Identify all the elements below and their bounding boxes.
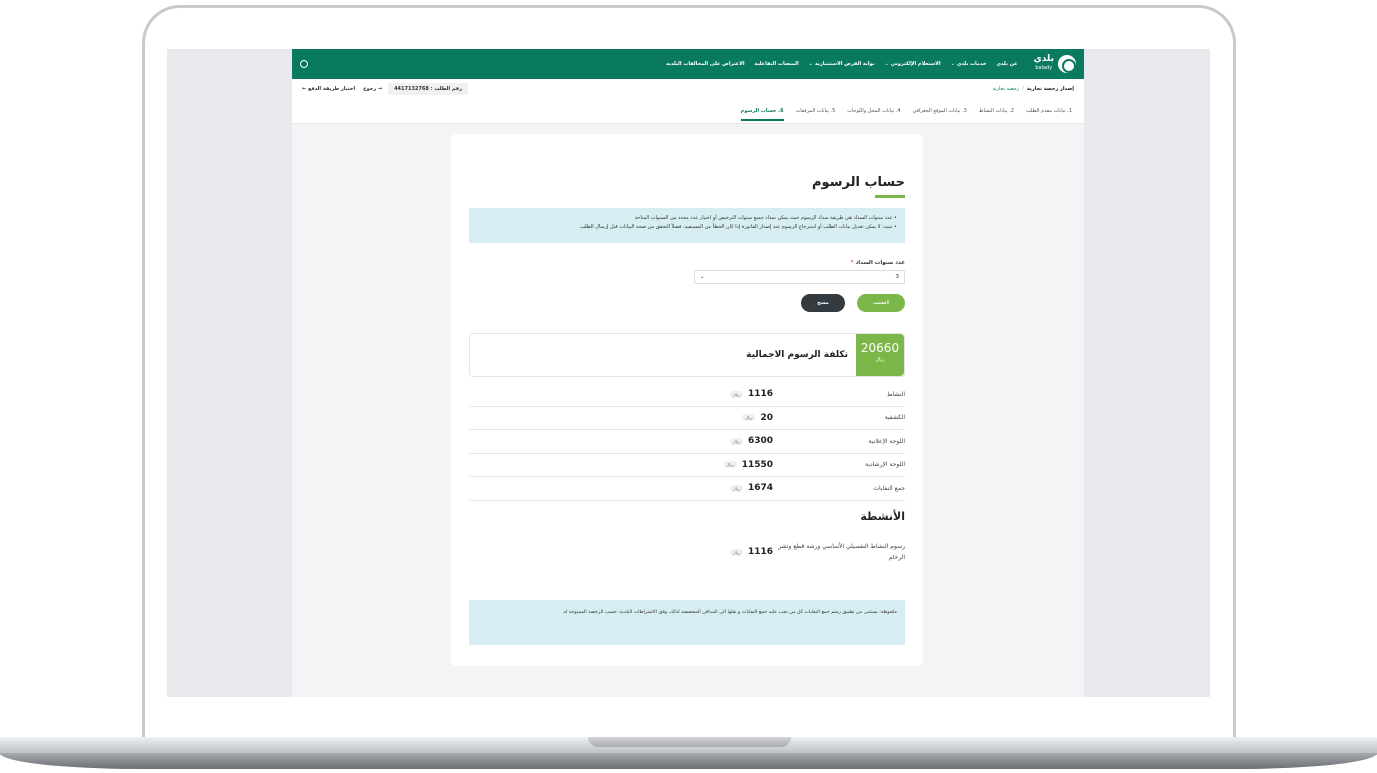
step-5[interactable]: 5. بيانات المرفقات	[796, 108, 836, 114]
fee-row: جمع النفايات 1674 ريال	[469, 477, 905, 501]
total-amount-badge: 20660 ريال	[856, 334, 904, 376]
activity-row: رسوم النشاط التفصيلي الأساسي ورشة قطع ون…	[469, 541, 905, 563]
fee-name: النشاط	[886, 390, 905, 398]
fee-value: 20	[760, 412, 773, 423]
chevron-down-icon: ⌄	[808, 61, 813, 67]
chevron-down-icon: ⌄	[700, 274, 705, 280]
fee-name: اللوحة الإرشادية	[865, 461, 905, 469]
activities-title: الأنشطة	[860, 510, 905, 523]
fees-list: النشاط 1116 ريال الكشفية 20 ريال اللوحة …	[469, 383, 905, 501]
activity-value: 1116	[747, 547, 773, 557]
step-6-active[interactable]: 6. حساب الرسوم	[740, 108, 784, 121]
breadcrumb-separator: /	[1022, 86, 1024, 92]
title-underline	[875, 195, 905, 198]
activity-name: رسوم النشاط التفصيلي الأساسي ورشة قطع ون…	[778, 543, 905, 561]
years-select[interactable]: 3 ⌄	[694, 270, 905, 284]
fee-row: الكشفية 20 ريال	[469, 407, 905, 430]
info-item: عدد سنوات السداد هي طريقة سداد الرسوم حي…	[477, 214, 897, 223]
laptop-screen: بلدي balady عن بلدي خدمات بلدي⌄ الاستعلا…	[167, 49, 1210, 697]
fee-currency: ريال	[729, 390, 743, 398]
fee-currency: ريال	[723, 461, 737, 469]
logo-icon	[1058, 55, 1076, 73]
breadcrumb-current[interactable]: رخصة تجارية	[992, 86, 1019, 92]
note-box: ملحوظة: يستثنى من تطبيق رسم جمع النفايات…	[469, 600, 905, 645]
laptop-notch	[588, 737, 791, 747]
laptop-mockup: بلدي balady عن بلدي خدمات بلدي⌄ الاستعلا…	[0, 0, 1377, 773]
total-box: 20660 ريال تكلفة الرسوم الاجمالية	[469, 333, 905, 377]
page-title: حساب الرسوم	[812, 175, 905, 190]
nav-platforms[interactable]: المنصات التفاعلية	[755, 61, 799, 67]
wizard-steps: 1. بيانات مقدم الطلب 2. بيانات النشاط 3.…	[292, 99, 1084, 124]
fees-card: حساب الرسوم عدد سنوات السداد هي طريقة سد…	[451, 134, 923, 666]
nav-services[interactable]: خدمات بلدي⌄	[951, 61, 987, 67]
balady-logo[interactable]: بلدي balady	[1033, 55, 1076, 73]
fee-name: اللوحة الإعلانية	[868, 437, 905, 445]
globe-icon[interactable]	[300, 60, 308, 68]
request-number: رقم الطلب : 4417132768	[388, 83, 468, 95]
nav-investment[interactable]: بوابة الفرص الاستثمارية⌄	[809, 61, 875, 67]
step-1[interactable]: 1. بيانات مقدم الطلب	[1026, 108, 1072, 114]
logo-text: بلدي	[1033, 54, 1054, 64]
fee-value: 1116	[747, 389, 773, 400]
activity-currency: ريال	[729, 548, 743, 556]
fee-name: الكشفية	[884, 414, 905, 422]
chevron-down-icon: ⌄	[884, 61, 889, 67]
fee-name: جمع النفايات	[873, 484, 905, 492]
main-nav: عن بلدي خدمات بلدي⌄ الاستعلام الإلكتروني…	[666, 61, 1017, 67]
years-label: عدد سنوات السداد *	[850, 260, 905, 266]
fee-currency: ريال	[729, 437, 743, 445]
fee-currency: ريال	[729, 484, 743, 492]
page-subheader: إصدار رخصة تجارية / رخصة تجارية رقم الطل…	[292, 79, 1084, 99]
fee-currency: ريال	[742, 414, 756, 422]
step-4[interactable]: 4. بيانات المحل واللوحات	[847, 108, 900, 114]
logo-subtext: balady	[1035, 65, 1053, 71]
total-currency: ريال	[875, 357, 885, 363]
total-amount: 20660	[860, 341, 900, 355]
payment-method-link[interactable]: اختيار طريقة الدفع ←	[302, 86, 355, 92]
clear-button[interactable]: مسح	[801, 294, 845, 312]
nav-violations[interactable]: الاعتراض على المخالفات البلدية	[666, 61, 744, 67]
fee-value: 6300	[747, 436, 773, 447]
breadcrumb-title: إصدار رخصة تجارية	[1026, 86, 1074, 92]
balady-app: بلدي balady عن بلدي خدمات بلدي⌄ الاستعلا…	[292, 49, 1084, 697]
required-star: *	[850, 260, 854, 266]
fee-row: اللوحة الإعلانية 6300 ريال	[469, 430, 905, 454]
info-item: تنبيه: لا يمكن تعديل بيانات الطلب أو است…	[477, 223, 897, 232]
calculate-button[interactable]: احسب	[857, 294, 905, 312]
fee-row: اللوحة الإرشادية 11550 ريال	[469, 454, 905, 477]
back-link[interactable]: → رجوع	[363, 86, 382, 92]
top-navbar: بلدي balady عن بلدي خدمات بلدي⌄ الاستعلا…	[292, 49, 1084, 79]
info-box: عدد سنوات السداد هي طريقة سداد الرسوم حي…	[469, 208, 905, 243]
nav-about[interactable]: عن بلدي	[996, 61, 1017, 67]
fee-value: 1674	[747, 483, 773, 494]
years-value: 3	[895, 274, 900, 280]
fee-value: 11550	[741, 459, 773, 470]
chevron-down-icon: ⌄	[950, 61, 955, 67]
step-2[interactable]: 2. بيانات النشاط	[979, 108, 1014, 114]
total-label: تكلفة الرسوم الاجمالية	[746, 350, 848, 360]
step-3[interactable]: 3. بيانات الموقع الجغرافي	[913, 108, 967, 114]
fee-row: النشاط 1116 ريال	[469, 383, 905, 407]
laptop-base-bottom	[0, 753, 1377, 769]
nav-inquiry[interactable]: الاستعلام الإلكتروني⌄	[885, 61, 941, 67]
